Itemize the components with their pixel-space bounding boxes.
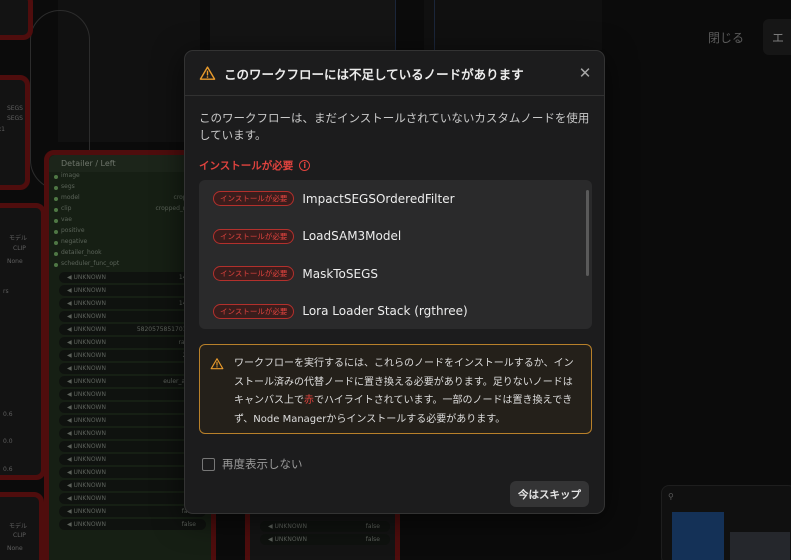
install-required-badge: インストールが必要 bbox=[213, 303, 295, 319]
dont-show-again-checkbox[interactable] bbox=[202, 457, 215, 471]
missing-nodes-dialog: このワークフローには不足しているノードがあります ✕ このワークフローは、まだイ… bbox=[184, 50, 605, 514]
missing-node-item[interactable]: インストールが必要 Lora Loader Stack (rgthree) bbox=[199, 293, 592, 330]
replacement-warning: ワークフローを実行するには、これらのノードをインストールするか、インストール済み… bbox=[199, 344, 592, 434]
close-icon[interactable]: ✕ bbox=[576, 64, 594, 82]
install-required-badge: インストールが必要 bbox=[213, 191, 295, 207]
dialog-description: このワークフローは、まだインストールされていないカスタムノードを使用しています。 bbox=[199, 111, 590, 142]
missing-node-item[interactable]: インストールが必要 ImpactSEGSOrderedFilter bbox=[199, 180, 592, 218]
warning-icon bbox=[210, 358, 224, 370]
checkbox-label: 再度表示しない bbox=[222, 457, 303, 471]
warning-text: ワークフローを実行するには、これらのノードをインストールするか、インストール済み… bbox=[234, 358, 574, 425]
node-name: Lora Loader Stack (rgthree) bbox=[302, 304, 468, 319]
node-name: LoadSAM3Model bbox=[302, 229, 402, 244]
skip-button[interactable]: 今はスキップ bbox=[510, 481, 589, 507]
warning-icon bbox=[199, 65, 216, 80]
node-name: MaskToSEGS bbox=[302, 266, 379, 281]
missing-node-item[interactable]: インストールが必要 LoadSAM3Model bbox=[199, 218, 592, 256]
dialog-header: このワークフローには不足しているノードがあります bbox=[185, 51, 604, 96]
section-label-text: インストールが必要 bbox=[199, 160, 294, 172]
missing-node-item[interactable]: インストールが必要 MaskToSEGS bbox=[199, 255, 592, 293]
missing-node-list[interactable]: インストールが必要 ImpactSEGSOrderedFilter インストールが必… bbox=[199, 180, 592, 329]
install-required-label: インストールが必要 i bbox=[199, 158, 311, 173]
install-required-badge: インストールが必要 bbox=[213, 266, 295, 282]
dialog-title: このワークフローには不足しているノードがあります bbox=[224, 66, 524, 82]
info-icon[interactable]: i bbox=[299, 160, 311, 171]
node-name: ImpactSEGSOrderedFilter bbox=[302, 191, 455, 206]
dont-show-again[interactable]: 再度表示しない bbox=[202, 456, 303, 472]
install-required-badge: インストールが必要 bbox=[213, 228, 295, 244]
list-scrollbar[interactable] bbox=[586, 190, 589, 276]
warning-text-red: 赤 bbox=[304, 395, 314, 406]
